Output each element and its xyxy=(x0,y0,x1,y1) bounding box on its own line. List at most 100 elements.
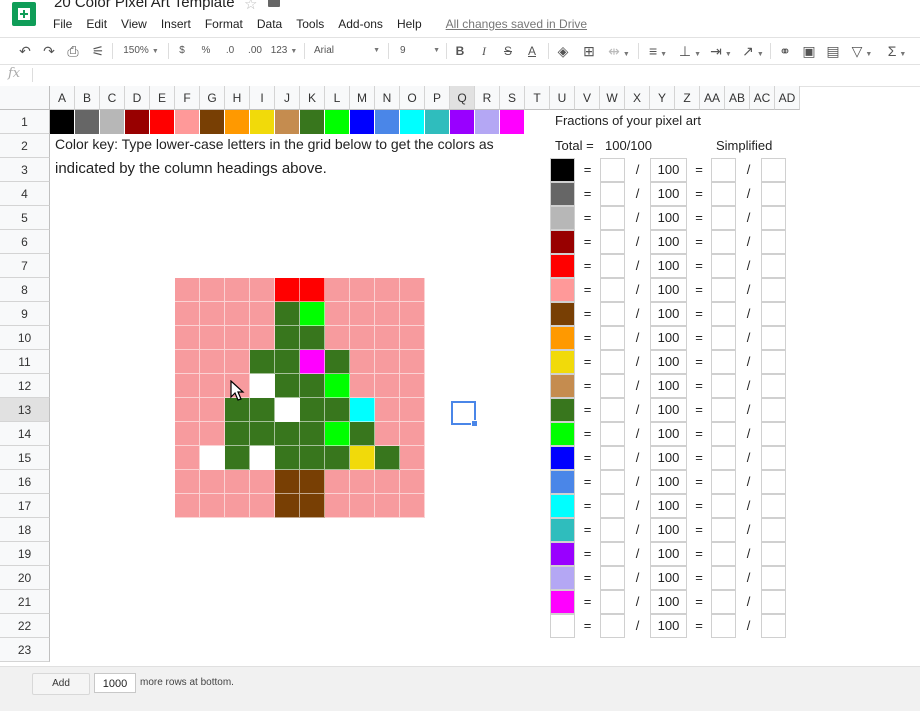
cell-area[interactable]: Color key: Type lower-case letters in th… xyxy=(50,110,812,666)
column-header[interactable]: K xyxy=(300,86,325,110)
pixel-cell[interactable] xyxy=(225,326,250,350)
row-header[interactable]: 4 xyxy=(0,182,50,206)
column-header[interactable]: W xyxy=(600,86,625,110)
simplified-denominator-cell[interactable] xyxy=(761,374,786,398)
row-header[interactable]: 10 xyxy=(0,326,50,350)
column-header[interactable]: R xyxy=(475,86,500,110)
row-header[interactable]: 1 xyxy=(0,110,50,134)
pixel-cell[interactable] xyxy=(375,374,400,398)
pixel-cell[interactable] xyxy=(275,470,300,494)
simplified-denominator-cell[interactable] xyxy=(761,566,786,590)
color-swatch-cell[interactable] xyxy=(550,518,575,542)
simplified-numerator-cell[interactable] xyxy=(711,566,736,590)
pixel-cell[interactable] xyxy=(350,422,375,446)
numerator-cell[interactable] xyxy=(600,374,625,398)
palette-swatch[interactable] xyxy=(50,110,75,134)
simplified-denominator-cell[interactable] xyxy=(761,302,786,326)
pixel-cell[interactable] xyxy=(225,278,250,302)
column-header[interactable]: I xyxy=(250,86,275,110)
simplified-numerator-cell[interactable] xyxy=(711,254,736,278)
pixel-cell[interactable] xyxy=(175,326,200,350)
simplified-denominator-cell[interactable] xyxy=(761,278,786,302)
pixel-cell[interactable] xyxy=(350,470,375,494)
pixel-cell[interactable] xyxy=(400,470,425,494)
simplified-numerator-cell[interactable] xyxy=(711,518,736,542)
denominator-cell[interactable]: 100 xyxy=(650,230,687,254)
simplified-numerator-cell[interactable] xyxy=(711,302,736,326)
denominator-cell[interactable]: 100 xyxy=(650,302,687,326)
zoom-select[interactable]: 150% ▼ xyxy=(118,38,164,64)
color-swatch-cell[interactable] xyxy=(550,254,575,278)
numerator-cell[interactable] xyxy=(600,326,625,350)
simplified-numerator-cell[interactable] xyxy=(711,446,736,470)
row-header[interactable]: 15 xyxy=(0,446,50,470)
pixel-cell[interactable] xyxy=(275,398,300,422)
select-all-corner[interactable] xyxy=(0,86,50,110)
simplified-denominator-cell[interactable] xyxy=(761,398,786,422)
palette-swatch[interactable] xyxy=(450,110,475,134)
pixel-cell[interactable] xyxy=(375,350,400,374)
pixel-cell[interactable] xyxy=(325,470,350,494)
palette-swatch[interactable] xyxy=(125,110,150,134)
row-header[interactable]: 23 xyxy=(0,638,50,662)
color-swatch-cell[interactable] xyxy=(550,326,575,350)
color-swatch-cell[interactable] xyxy=(550,302,575,326)
pixel-cell[interactable] xyxy=(175,470,200,494)
pixel-cell[interactable] xyxy=(325,326,350,350)
pixel-cell[interactable] xyxy=(300,278,325,302)
row-header[interactable]: 21 xyxy=(0,590,50,614)
pixel-cell[interactable] xyxy=(325,278,350,302)
pixel-cell[interactable] xyxy=(200,470,225,494)
pixel-cell[interactable] xyxy=(400,302,425,326)
simplified-numerator-cell[interactable] xyxy=(711,422,736,446)
borders-icon[interactable]: ⊞ xyxy=(580,38,598,64)
denominator-cell[interactable]: 100 xyxy=(650,494,687,518)
text-rotation-icon[interactable]: ↗ ▼ xyxy=(738,38,768,64)
pixel-cell[interactable] xyxy=(200,350,225,374)
pixel-cell[interactable] xyxy=(350,374,375,398)
pixel-cell[interactable] xyxy=(175,278,200,302)
numerator-cell[interactable] xyxy=(600,302,625,326)
simplified-denominator-cell[interactable] xyxy=(761,518,786,542)
pixel-cell[interactable] xyxy=(225,494,250,518)
palette-swatch[interactable] xyxy=(150,110,175,134)
pixel-cell[interactable] xyxy=(400,494,425,518)
pixel-cell[interactable] xyxy=(375,422,400,446)
color-swatch-cell[interactable] xyxy=(550,494,575,518)
palette-swatch[interactable] xyxy=(425,110,450,134)
simplified-numerator-cell[interactable] xyxy=(711,614,736,638)
pixel-cell[interactable] xyxy=(250,422,275,446)
column-header[interactable]: C xyxy=(100,86,125,110)
pixel-cell[interactable] xyxy=(300,374,325,398)
row-header[interactable]: 14 xyxy=(0,422,50,446)
column-header[interactable]: H xyxy=(225,86,250,110)
color-swatch-cell[interactable] xyxy=(550,182,575,206)
pixel-cell[interactable] xyxy=(375,302,400,326)
pixel-cell[interactable] xyxy=(275,278,300,302)
palette-swatch[interactable] xyxy=(325,110,350,134)
pixel-cell[interactable] xyxy=(250,326,275,350)
denominator-cell[interactable]: 100 xyxy=(650,182,687,206)
print-icon[interactable]: ⎙ xyxy=(64,38,82,64)
decrease-decimals-button[interactable]: .0 xyxy=(220,38,240,64)
denominator-cell[interactable]: 100 xyxy=(650,350,687,374)
row-header[interactable]: 22 xyxy=(0,614,50,638)
pixel-cell[interactable] xyxy=(325,446,350,470)
numerator-cell[interactable] xyxy=(600,518,625,542)
simplified-denominator-cell[interactable] xyxy=(761,230,786,254)
color-swatch-cell[interactable] xyxy=(550,350,575,374)
pixel-cell[interactable] xyxy=(275,302,300,326)
insert-chart-icon[interactable]: ▤ xyxy=(824,38,842,64)
simplified-denominator-cell[interactable] xyxy=(761,326,786,350)
pixel-cell[interactable] xyxy=(250,278,275,302)
row-header[interactable]: 18 xyxy=(0,518,50,542)
column-header[interactable]: D xyxy=(125,86,150,110)
column-header[interactable]: G xyxy=(200,86,225,110)
font-size-select[interactable]: 9 ▼ xyxy=(396,38,440,64)
row-header[interactable]: 16 xyxy=(0,470,50,494)
row-header[interactable]: 12 xyxy=(0,374,50,398)
column-header[interactable]: P xyxy=(425,86,450,110)
sheets-logo[interactable] xyxy=(12,2,36,26)
palette-swatch[interactable] xyxy=(375,110,400,134)
color-swatch-cell[interactable] xyxy=(550,422,575,446)
